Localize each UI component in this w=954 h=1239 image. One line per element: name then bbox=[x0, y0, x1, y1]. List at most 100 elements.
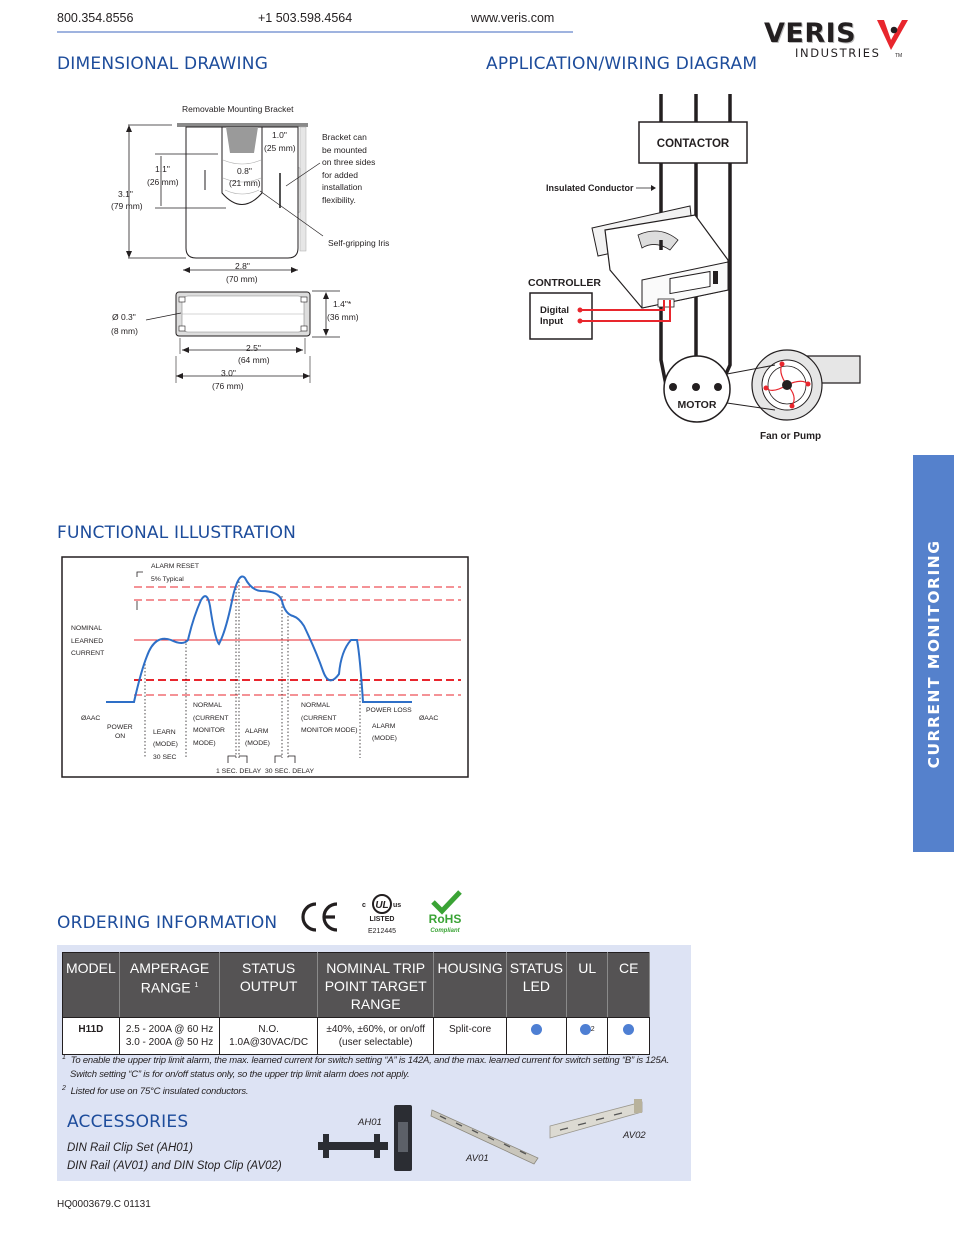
wiring-diagram-title: APPLICATION/WIRING DIAGRAM bbox=[486, 54, 758, 74]
top-width-mm: (25 mm) bbox=[264, 143, 296, 153]
functional-illustration: ALARM RESET 5% Typical NOMINAL LEARNED C… bbox=[61, 556, 469, 778]
svg-text:for added: for added bbox=[322, 170, 358, 180]
logo-v-mark-icon bbox=[877, 20, 908, 50]
ul-listed-mark: UL c us LISTED E212445 bbox=[358, 892, 406, 940]
learn-label-2: (MODE) bbox=[153, 741, 178, 748]
opening-width-in: 0.8" bbox=[237, 166, 252, 176]
av01-label: AV01 bbox=[466, 1153, 489, 1164]
cell-ul: 2 bbox=[565, 1017, 609, 1055]
top-width-in: 1.0" bbox=[272, 130, 287, 140]
motor-label: MOTOR bbox=[678, 399, 717, 411]
website-link[interactable]: www.veris.com bbox=[471, 11, 554, 25]
accessory-item-1: DIN Rail Clip Set (AH01) bbox=[67, 1142, 193, 1154]
col-status-led: STATUS LED bbox=[505, 952, 567, 1018]
din-clip-image bbox=[318, 1105, 412, 1171]
col-model: MODEL bbox=[62, 952, 120, 1018]
delay2-label: 30 SEC. DELAY bbox=[265, 768, 314, 775]
svg-text:E212445: E212445 bbox=[368, 928, 396, 935]
cell-housing: Split-core bbox=[433, 1017, 507, 1055]
functional-illustration-title: FUNCTIONAL ILLUSTRATION bbox=[57, 523, 297, 543]
side-tab-label: CURRENT MONITORING bbox=[924, 539, 943, 768]
five-percent-label: 5% Typical bbox=[151, 576, 184, 583]
width-dim-in: 2.8" bbox=[235, 261, 250, 271]
alarm2-label-2: (MODE) bbox=[372, 735, 397, 742]
phone-intl: +1 503.598.4564 bbox=[258, 11, 353, 25]
ordering-table: MODEL AMPERAGE RANGE 1 STATUS OUTPUT NOM… bbox=[62, 952, 650, 1055]
insulated-conductor-label: Insulated Conductor bbox=[546, 183, 634, 193]
col-trip-range: NOMINAL TRIP POINT TARGET RANGE bbox=[316, 952, 435, 1018]
side-tab-current-monitoring: CURRENT MONITORING bbox=[913, 455, 954, 852]
ce-check-icon bbox=[623, 1024, 635, 1035]
ordering-information-title: ORDERING INFORMATION bbox=[57, 913, 278, 933]
normal2-label-1: NORMAL bbox=[301, 702, 330, 709]
height-dim-mm: (79 mm) bbox=[111, 201, 143, 211]
width-dim-mm: (70 mm) bbox=[226, 274, 258, 284]
bracket-side bbox=[299, 126, 307, 252]
fan-pump-icon bbox=[726, 349, 861, 421]
svg-text:RoHS: RoHS bbox=[429, 912, 462, 926]
normal1-label-3: MONITOR bbox=[193, 727, 225, 734]
delay1-label: 1 SEC. DELAY bbox=[216, 768, 262, 775]
current-sensor-device bbox=[591, 205, 729, 309]
power-loss-label: POWER LOSS bbox=[366, 707, 412, 714]
cell-trip-range: ±40%, ±60%, or on/off (user selectable) bbox=[316, 1017, 435, 1055]
phone-tollfree: 800.354.8556 bbox=[57, 11, 134, 25]
zero-right-label: ØAAC bbox=[419, 715, 438, 722]
opening-width-mm: (21 mm) bbox=[229, 178, 261, 188]
svg-text:c: c bbox=[362, 902, 366, 909]
bracket-note: Bracket can be mounted on three sides fo… bbox=[322, 132, 375, 205]
normal2-label-2: (CURRENT bbox=[301, 715, 337, 722]
col-ce: CE bbox=[607, 952, 650, 1018]
svg-text:be mounted: be mounted bbox=[322, 145, 367, 155]
logo-wordmark: VERIS bbox=[764, 18, 857, 49]
logo-trademark: TM bbox=[895, 53, 903, 59]
nominal-label-1: NOMINAL bbox=[71, 625, 102, 632]
footnote-1: 1 To enable the upper trip limit alarm, … bbox=[62, 1054, 670, 1067]
cell-status-output: N.O. 1.0A@30VAC/DC bbox=[219, 1017, 318, 1055]
hole-spacing-mm: (64 mm) bbox=[238, 355, 270, 365]
footnote-2: 2 Listed for use on 75°C insulated condu… bbox=[62, 1085, 249, 1098]
av02-label: AV02 bbox=[623, 1130, 646, 1141]
svg-text:UL: UL bbox=[375, 900, 388, 911]
opening-height-mm: (26 mm) bbox=[147, 177, 179, 187]
document-code: HQ0003679.C 01131 bbox=[57, 1199, 151, 1210]
svg-text:LISTED: LISTED bbox=[370, 916, 395, 923]
normal1-label-1: NORMAL bbox=[193, 702, 222, 709]
height-dim-in: 3.1" bbox=[118, 189, 133, 199]
table-row: H11D 2.5 - 200A @ 60 Hz 3.0 - 200A @ 50 H… bbox=[62, 1017, 650, 1055]
digital-input-label-2: Input bbox=[540, 316, 564, 327]
controller-label: CONTROLLER bbox=[528, 277, 601, 289]
nominal-label-2: LEARNED bbox=[71, 638, 103, 645]
svg-text:installation: installation bbox=[322, 182, 362, 192]
hole-dim-mm: (8 mm) bbox=[111, 326, 138, 336]
alarm1-label-2: (MODE) bbox=[245, 740, 270, 747]
dimensional-drawing-title: DIMENSIONAL DRAWING bbox=[57, 54, 269, 74]
ul-check-icon bbox=[579, 1024, 591, 1036]
opening-height-in: 1.1" bbox=[155, 164, 170, 174]
alarm-reset-label: ALARM RESET bbox=[151, 563, 199, 570]
wiring-diagram: CONTACTOR Insulated Conductor CONTROLLER… bbox=[528, 94, 861, 442]
svg-text:us: us bbox=[393, 902, 401, 909]
col-amperage: AMPERAGE RANGE 1 bbox=[118, 952, 221, 1018]
iris-label: Self-gripping Iris bbox=[328, 238, 389, 248]
cell-status-led bbox=[505, 1017, 567, 1055]
accessory-item-2: DIN Rail (AV01) and DIN Stop Clip (AV02) bbox=[67, 1160, 282, 1172]
overall-width-in: 3.0" bbox=[221, 368, 236, 378]
table-header-row: MODEL AMPERAGE RANGE 1 STATUS OUTPUT NOM… bbox=[62, 952, 650, 1018]
bracket-label: Removable Mounting Bracket bbox=[182, 104, 294, 114]
logo-subtitle: INDUSTRIES bbox=[795, 46, 881, 60]
ce-mark-icon bbox=[297, 900, 341, 934]
fan-pump-label: Fan or Pump bbox=[760, 431, 821, 442]
overall-width-mm: (76 mm) bbox=[212, 381, 244, 391]
status-led-check-icon bbox=[530, 1024, 542, 1035]
ordering-footnotes: 1 To enable the upper trip limit alarm, … bbox=[62, 1051, 682, 1099]
zero-left-label: ØAAC bbox=[81, 715, 100, 722]
svg-text:Compliant: Compliant bbox=[430, 928, 460, 934]
contactor-label: CONTACTOR bbox=[657, 138, 730, 150]
col-housing: HOUSING bbox=[433, 952, 507, 1018]
learn-label-3: 30 SEC bbox=[153, 754, 177, 761]
nominal-label-3: CURRENT bbox=[71, 650, 104, 657]
hole-dim-in: Ø 0.3" bbox=[112, 312, 136, 322]
depth-dim-mm: (36 mm) bbox=[327, 312, 359, 322]
alarm2-label-1: ALARM bbox=[372, 723, 396, 730]
